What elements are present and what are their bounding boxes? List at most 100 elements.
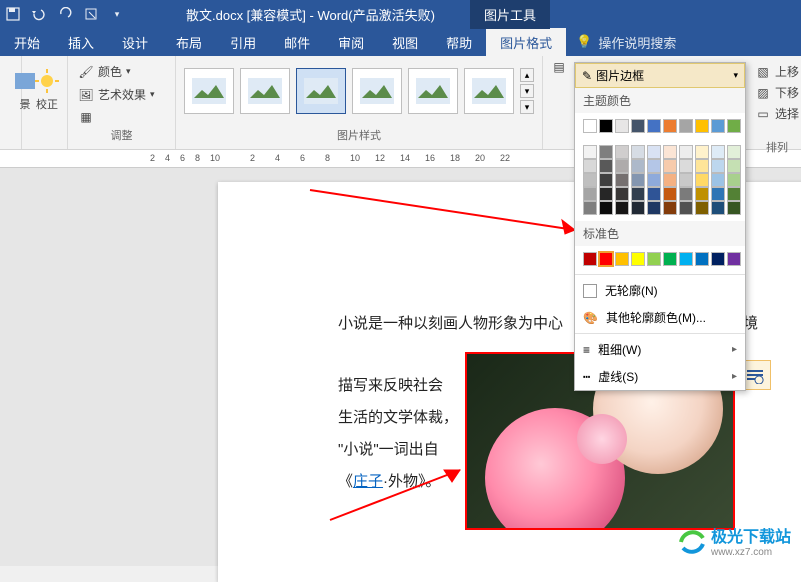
color-swatch[interactable] [631, 119, 645, 133]
style-thumb-5[interactable] [408, 68, 458, 114]
color-swatch[interactable] [615, 119, 629, 133]
color-swatch[interactable] [599, 119, 613, 133]
color-swatch[interactable] [583, 187, 597, 201]
color-swatch[interactable] [711, 159, 725, 173]
color-swatch[interactable] [727, 119, 741, 133]
color-swatch[interactable] [631, 201, 645, 215]
color-swatch[interactable] [711, 145, 725, 159]
color-swatch[interactable] [663, 187, 677, 201]
more-colors-item[interactable]: 🎨 其他轮廓颜色(M)... [575, 304, 745, 331]
color-swatch[interactable] [711, 187, 725, 201]
color-swatch[interactable] [647, 159, 661, 173]
color-swatch[interactable] [679, 187, 693, 201]
redo-icon[interactable] [56, 5, 74, 23]
color-swatch[interactable] [647, 187, 661, 201]
color-swatch[interactable] [615, 252, 629, 266]
tab-design[interactable]: 设计 [108, 28, 162, 56]
color-swatch[interactable] [647, 173, 661, 187]
color-swatch[interactable] [679, 173, 693, 187]
color-swatch[interactable] [679, 201, 693, 215]
color-swatch[interactable] [679, 119, 693, 133]
tab-layout[interactable]: 布局 [162, 28, 216, 56]
tab-references[interactable]: 引用 [216, 28, 270, 56]
gallery-more-icon[interactable]: ▾ [520, 100, 534, 114]
color-swatch[interactable] [727, 252, 741, 266]
color-swatch[interactable] [727, 173, 741, 187]
color-swatch[interactable] [599, 173, 613, 187]
gallery-down-icon[interactable]: ▾ [520, 84, 534, 98]
color-swatch[interactable] [615, 145, 629, 159]
color-swatch[interactable] [631, 187, 645, 201]
color-swatch[interactable] [583, 119, 597, 133]
color-swatch[interactable] [647, 252, 661, 266]
corrections-button[interactable]: 校正 [30, 60, 64, 120]
color-swatch[interactable] [727, 201, 741, 215]
color-swatch[interactable] [647, 201, 661, 215]
picture-border-button[interactable]: ✎ 图片边框 ▾ [575, 63, 745, 88]
color-swatch[interactable] [711, 173, 725, 187]
color-swatch[interactable] [663, 145, 677, 159]
color-swatch[interactable] [663, 201, 677, 215]
tab-help[interactable]: 帮助 [432, 28, 486, 56]
style-thumb-2[interactable] [240, 68, 290, 114]
touch-mode-icon[interactable] [82, 5, 100, 23]
color-swatch[interactable] [599, 159, 613, 173]
color-swatch[interactable] [631, 145, 645, 159]
save-icon[interactable] [4, 5, 22, 23]
color-swatch[interactable] [727, 187, 741, 201]
color-swatch[interactable] [663, 252, 677, 266]
color-swatch[interactable] [599, 201, 613, 215]
color-swatch[interactable] [663, 159, 677, 173]
tab-picture-format[interactable]: 图片格式 [486, 28, 566, 56]
color-swatch[interactable] [695, 159, 709, 173]
color-swatch[interactable] [599, 252, 613, 266]
color-swatch[interactable] [727, 145, 741, 159]
color-swatch[interactable] [647, 119, 661, 133]
tab-insert[interactable]: 插入 [54, 28, 108, 56]
color-swatch[interactable] [631, 159, 645, 173]
color-swatch[interactable] [631, 173, 645, 187]
style-thumb-3[interactable] [296, 68, 346, 114]
color-swatch[interactable] [695, 173, 709, 187]
weight-submenu[interactable]: ≡ 粗细(W) ▸ [575, 336, 745, 363]
tab-view[interactable]: 视图 [378, 28, 432, 56]
tab-review[interactable]: 审阅 [324, 28, 378, 56]
color-swatch[interactable] [695, 252, 709, 266]
dashes-submenu[interactable]: ┅ 虚线(S) ▸ [575, 363, 745, 390]
color-swatch[interactable] [711, 119, 725, 133]
color-swatch[interactable] [695, 145, 709, 159]
color-swatch[interactable] [695, 187, 709, 201]
color-swatch[interactable] [583, 173, 597, 187]
style-thumb-4[interactable] [352, 68, 402, 114]
tab-home[interactable]: 开始 [0, 28, 54, 56]
color-swatch[interactable] [583, 159, 597, 173]
color-swatch[interactable] [631, 252, 645, 266]
color-swatch[interactable] [599, 187, 613, 201]
qat-dropdown-icon[interactable]: ▾ [108, 5, 126, 23]
undo-icon[interactable] [30, 5, 48, 23]
artistic-effects-button[interactable]: 🖼艺术效果▾ [76, 85, 167, 104]
color-swatch[interactable] [711, 201, 725, 215]
color-swatch[interactable] [647, 145, 661, 159]
color-swatch[interactable] [599, 145, 613, 159]
selection-pane-button[interactable]: ▭选择 [753, 104, 801, 123]
color-swatch[interactable] [615, 201, 629, 215]
gallery-up-icon[interactable]: ▴ [520, 68, 534, 82]
color-swatch[interactable] [663, 119, 677, 133]
color-swatch[interactable] [583, 201, 597, 215]
color-swatch[interactable] [615, 159, 629, 173]
no-outline-item[interactable]: 无轮廓(N) [575, 277, 745, 304]
color-swatch[interactable] [679, 252, 693, 266]
tab-mailings[interactable]: 邮件 [270, 28, 324, 56]
color-button[interactable]: 🖌颜色▾ [76, 62, 167, 81]
color-swatch[interactable] [615, 187, 629, 201]
color-swatch[interactable] [583, 252, 597, 266]
color-swatch[interactable] [615, 173, 629, 187]
style-thumb-1[interactable] [184, 68, 234, 114]
color-swatch[interactable] [695, 119, 709, 133]
color-swatch[interactable] [727, 159, 741, 173]
color-swatch[interactable] [663, 173, 677, 187]
bring-forward-button[interactable]: ▧上移 [753, 62, 801, 81]
color-swatch[interactable] [711, 252, 725, 266]
color-swatch[interactable] [695, 201, 709, 215]
